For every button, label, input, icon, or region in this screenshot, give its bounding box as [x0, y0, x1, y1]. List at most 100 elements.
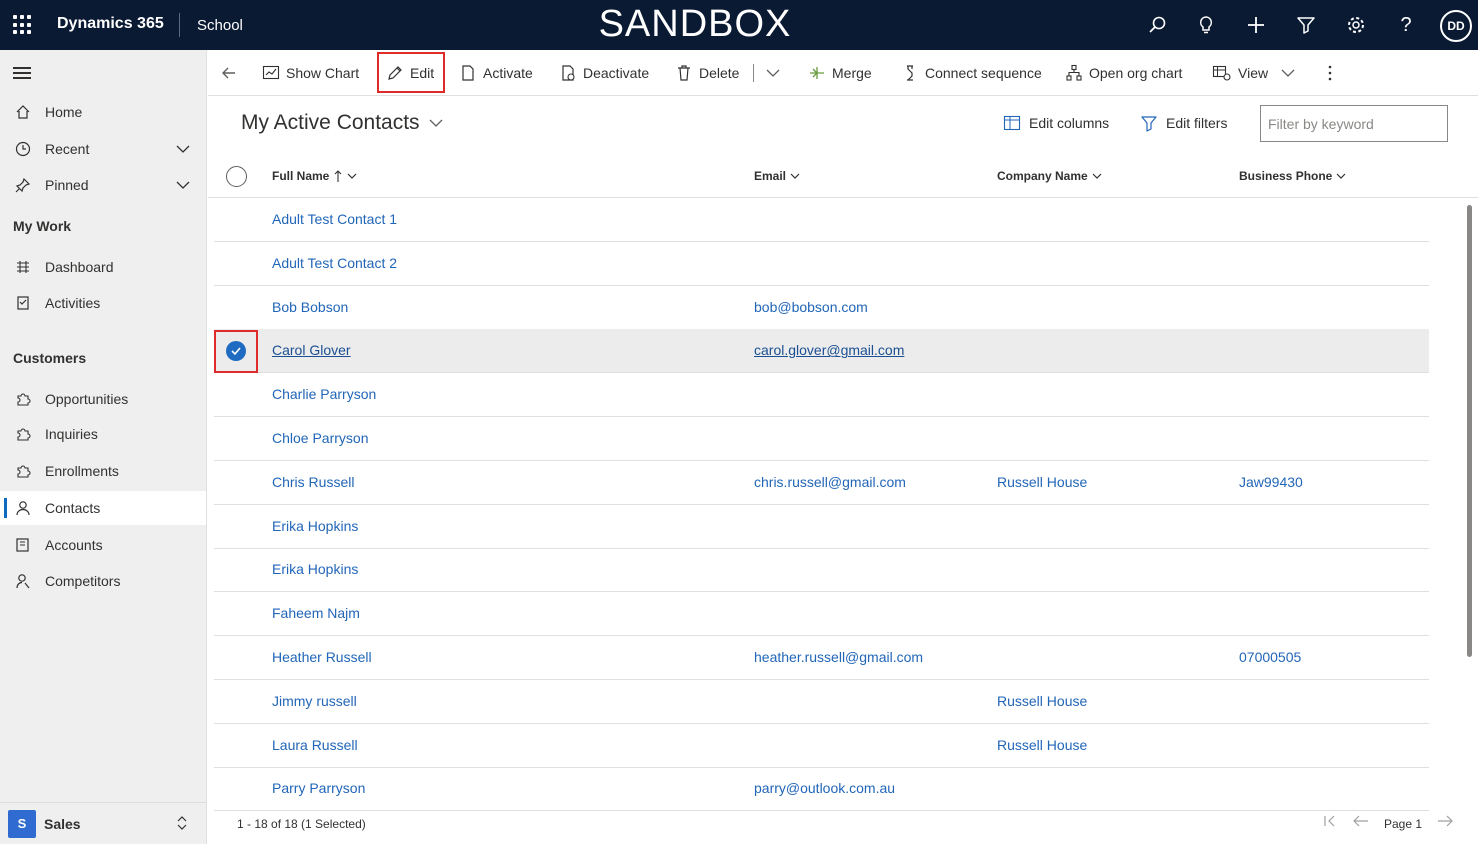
sidebar-item-home[interactable]: Home	[0, 95, 206, 129]
table-row[interactable]: Adult Test Contact 1	[214, 198, 1429, 242]
cell-full-name[interactable]: Faheem Najm	[272, 605, 360, 621]
plus-icon[interactable]	[1243, 12, 1269, 38]
sidebar-item-opportunities[interactable]: Opportunities	[0, 382, 206, 416]
cell-full-name[interactable]: Erika Hopkins	[272, 561, 358, 577]
table-row[interactable]: Faheem Najm	[214, 592, 1429, 637]
previous-page-button[interactable]	[1353, 814, 1369, 828]
sidebar-item-enrollments[interactable]: Enrollments	[0, 454, 206, 488]
sidebar-item-activities[interactable]: Activities	[0, 286, 206, 320]
cell-company-name[interactable]: Russell House	[997, 474, 1087, 490]
sidebar-item-pinned[interactable]: Pinned	[0, 168, 206, 202]
dashboard-icon	[13, 257, 33, 277]
cell-email[interactable]: heather.russell@gmail.com	[754, 649, 923, 665]
connect-sequence-button[interactable]: Connect sequence	[901, 60, 1042, 86]
cell-full-name[interactable]: Laura Russell	[272, 737, 358, 753]
table-row[interactable]: Heather Russell heather.russell@gmail.com…	[214, 636, 1429, 680]
person-icon	[13, 498, 33, 518]
help-icon[interactable]: ?	[1393, 12, 1419, 38]
cell-full-name[interactable]: Chris Russell	[272, 474, 354, 490]
back-button[interactable]	[220, 60, 244, 86]
lightbulb-icon[interactable]	[1193, 12, 1219, 38]
cell-email[interactable]: parry@outlook.com.au	[754, 780, 895, 796]
cell-email[interactable]: bob@bobson.com	[754, 299, 868, 315]
deactivate-button[interactable]: Deactivate	[559, 60, 649, 86]
column-header-company-name[interactable]: Company Name	[997, 169, 1102, 183]
table-row[interactable]: Chloe Parryson	[214, 417, 1429, 461]
table-row[interactable]: Laura Russell Russell House	[214, 724, 1429, 768]
merge-button[interactable]: Merge	[808, 60, 872, 86]
sidebar-item-competitors[interactable]: Competitors	[0, 564, 206, 598]
open-org-chart-button[interactable]: Open org chart	[1065, 60, 1182, 86]
table-row[interactable]: Carol Glover carol.glover@gmail.com	[214, 329, 1429, 374]
chevron-down-icon	[1336, 173, 1346, 179]
gear-icon[interactable]	[1343, 12, 1369, 38]
cell-company-name[interactable]: Russell House	[997, 737, 1087, 753]
command-divider	[753, 64, 754, 82]
record-count: 1 - 18 of 18 (1 Selected)	[237, 817, 366, 831]
table-row[interactable]: Parry Parryson parry@outlook.com.au	[214, 767, 1429, 812]
more-commands-icon[interactable]	[1327, 60, 1339, 86]
table-row[interactable]: Charlie Parryson	[214, 373, 1429, 418]
cell-full-name[interactable]: Charlie Parryson	[272, 386, 376, 402]
filter-keyword-input[interactable]	[1260, 105, 1448, 142]
sidebar-item-recent[interactable]: Recent	[0, 132, 206, 166]
edit-columns-button[interactable]: Edit columns	[1003, 114, 1109, 132]
view-selector[interactable]: My Active Contacts	[241, 111, 444, 135]
chevron-down-icon[interactable]	[175, 141, 191, 160]
search-icon[interactable]	[1144, 12, 1170, 38]
first-page-button[interactable]	[1323, 814, 1337, 828]
cell-full-name[interactable]: Erika Hopkins	[272, 518, 358, 534]
cell-full-name[interactable]: Adult Test Contact 1	[272, 211, 397, 227]
cell-full-name[interactable]: Heather Russell	[272, 649, 372, 665]
chevron-down-icon	[429, 119, 443, 127]
cell-full-name[interactable]: Bob Bobson	[272, 299, 348, 315]
pin-icon	[13, 175, 33, 195]
area-switcher[interactable]: S Sales	[0, 802, 206, 844]
connect-sequence-label: Connect sequence	[925, 65, 1042, 81]
cell-full-name[interactable]: Parry Parryson	[272, 780, 365, 796]
table-row[interactable]: Bob Bobson bob@bobson.com	[214, 286, 1429, 330]
table-row[interactable]: Chris Russell chris.russell@gmail.com Russ…	[214, 461, 1429, 505]
sidebar-item-contacts[interactable]: Contacts	[0, 491, 206, 525]
next-page-button[interactable]	[1437, 814, 1453, 828]
columns-icon	[1003, 115, 1021, 131]
sidebar-item-dashboard[interactable]: Dashboard	[0, 250, 206, 284]
sidebar-item-label: Dashboard	[45, 259, 114, 275]
column-header-email[interactable]: Email	[754, 169, 800, 183]
column-header-full-name[interactable]: Full Name	[272, 169, 357, 183]
cell-email[interactable]: chris.russell@gmail.com	[754, 474, 906, 490]
cell-full-name[interactable]: Chloe Parryson	[272, 430, 369, 446]
filter-icon[interactable]	[1293, 12, 1319, 38]
cell-email[interactable]: carol.glover@gmail.com	[754, 342, 904, 358]
show-chart-button[interactable]: Show Chart	[262, 60, 359, 86]
sidebar: Home Recent Pinned My Work Dashboard Act…	[0, 50, 207, 844]
table-row[interactable]: Adult Test Contact 2	[214, 242, 1429, 286]
more-delete-options-button[interactable]	[765, 60, 787, 86]
show-chart-label: Show Chart	[286, 65, 360, 81]
grid-scrollbar[interactable]	[1467, 205, 1472, 657]
activate-button[interactable]: Activate	[459, 60, 533, 86]
sidebar-item-accounts[interactable]: Accounts	[0, 528, 206, 562]
edit-filters-button[interactable]: Edit filters	[1140, 114, 1227, 132]
table-row[interactable]: Erika Hopkins	[214, 505, 1429, 549]
view-button[interactable]: View	[1212, 60, 1302, 86]
cell-full-name[interactable]: Carol Glover	[272, 342, 351, 358]
cell-business-phone[interactable]: 07000505	[1239, 649, 1301, 665]
table-row[interactable]: Erika Hopkins	[214, 548, 1429, 593]
cell-company-name[interactable]: Russell House	[997, 693, 1087, 709]
page-label: Page 1	[1384, 817, 1423, 831]
select-all-checkbox[interactable]	[226, 166, 247, 187]
chevron-down-icon[interactable]	[175, 177, 191, 196]
delete-button[interactable]: Delete	[675, 60, 739, 86]
cell-full-name[interactable]: Adult Test Contact 2	[272, 255, 397, 271]
cell-business-phone[interactable]: Jaw99430	[1239, 474, 1303, 490]
edit-filters-label: Edit filters	[1166, 115, 1228, 131]
avatar[interactable]: DD	[1440, 10, 1472, 42]
cell-full-name[interactable]: Jimmy russell	[272, 693, 357, 709]
trash-icon	[678, 65, 690, 81]
table-row[interactable]: Jimmy russell Russell House	[214, 680, 1429, 724]
sidebar-item-inquiries[interactable]: Inquiries	[0, 417, 206, 451]
hamburger-menu-icon[interactable]	[13, 67, 31, 79]
grid-header: Full Name Email Company Name Business Ph…	[208, 156, 1478, 198]
column-header-business-phone[interactable]: Business Phone	[1239, 169, 1346, 183]
